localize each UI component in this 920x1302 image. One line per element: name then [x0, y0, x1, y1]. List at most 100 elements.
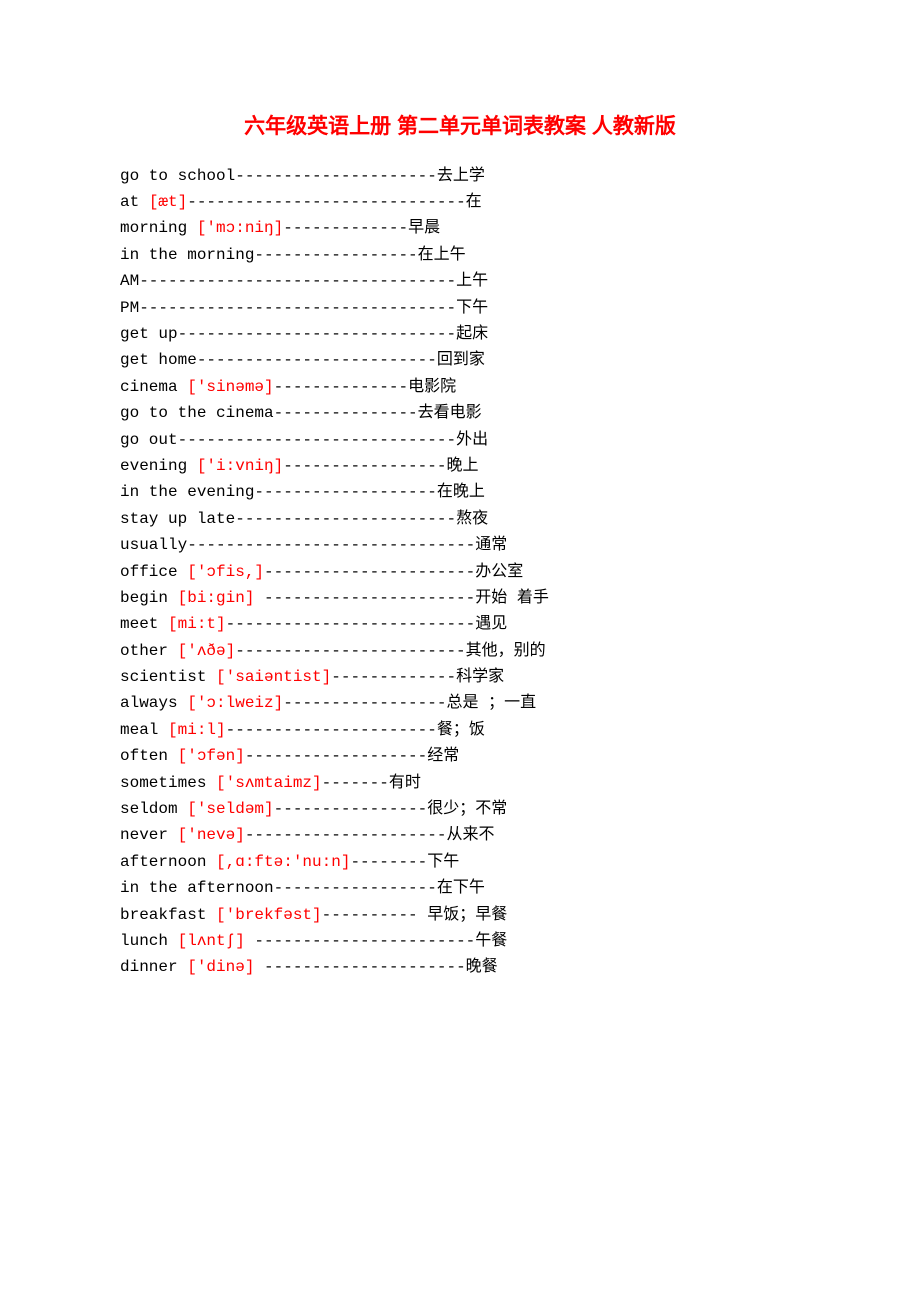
- entry-word: dinner: [120, 958, 187, 976]
- entry-dashes: -------------------------: [197, 351, 437, 369]
- vocab-entry: often ['ɔfən]-------------------经常: [120, 743, 800, 769]
- entry-ipa: [bi:gin]: [178, 589, 255, 607]
- vocab-entry: meal [mi:l]----------------------餐；饭: [120, 717, 800, 743]
- entry-word: office: [120, 563, 187, 581]
- entry-translation: 餐；饭: [437, 721, 485, 739]
- document-title: 六年级英语上册 第二单元单词表教案 人教新版: [120, 110, 800, 145]
- entry-dashes: -----------------------------: [178, 325, 456, 343]
- entry-translation: 科学家: [456, 668, 504, 686]
- entry-translation: 晚上: [446, 457, 478, 475]
- entry-translation: 遇见: [475, 615, 507, 633]
- entry-ipa: ['seldəm]: [187, 800, 273, 818]
- entry-translation: 回到家: [437, 351, 485, 369]
- entry-dashes: ---------------: [274, 404, 418, 422]
- vocab-entry: at [æt]-----------------------------在: [120, 189, 800, 215]
- entry-ipa: ['ɔfən]: [178, 747, 245, 765]
- entry-translation: 有时: [389, 774, 421, 792]
- vocabulary-list: go to school---------------------去上学at […: [120, 163, 800, 981]
- entry-translation: 办公室: [475, 563, 523, 581]
- entry-dashes: -----------------: [283, 457, 446, 475]
- entry-dashes: ------------------------: [235, 642, 465, 660]
- entry-ipa: [,ɑ:ftə:'nu:n]: [216, 853, 350, 871]
- vocab-entry: lunch [lʌntʃ] -----------------------午餐: [120, 928, 800, 954]
- entry-ipa: ['dinə]: [187, 958, 254, 976]
- entry-translation: 起床: [456, 325, 488, 343]
- entry-ipa: [mi:l]: [168, 721, 226, 739]
- entry-word: other: [120, 642, 178, 660]
- entry-ipa: ['sinəmə]: [187, 378, 273, 396]
- entry-translation: 在: [466, 193, 482, 211]
- entry-translation: 下午: [456, 299, 488, 317]
- entry-word: seldom: [120, 800, 187, 818]
- vocab-entry: sometimes ['sʌmtaimz]-------有时: [120, 770, 800, 796]
- entry-ipa: ['i:vniŋ]: [197, 457, 283, 475]
- entry-word: go to school: [120, 167, 235, 185]
- vocab-entry: PM---------------------------------下午: [120, 295, 800, 321]
- vocab-entry: get home-------------------------回到家: [120, 347, 800, 373]
- entry-dashes: ---------------------------------: [139, 299, 456, 317]
- entry-dashes: -----------------: [274, 879, 437, 897]
- vocab-entry: afternoon [,ɑ:ftə:'nu:n]--------下午: [120, 849, 800, 875]
- entry-word: usually: [120, 536, 187, 554]
- entry-word: begin: [120, 589, 178, 607]
- vocab-entry: scientist ['saiəntist]-------------科学家: [120, 664, 800, 690]
- vocab-entry: in the afternoon-----------------在下午: [120, 875, 800, 901]
- entry-word: go to the cinema: [120, 404, 274, 422]
- entry-word: never: [120, 826, 178, 844]
- entry-dashes: -----------------------------: [187, 193, 465, 211]
- entry-word: go out: [120, 431, 178, 449]
- vocab-entry: seldom ['seldəm]----------------很少；不常: [120, 796, 800, 822]
- vocab-entry: AM---------------------------------上午: [120, 268, 800, 294]
- entry-translation: 熬夜: [456, 510, 488, 528]
- entry-word: scientist: [120, 668, 216, 686]
- entry-translation: 外出: [456, 431, 488, 449]
- entry-word: afternoon: [120, 853, 216, 871]
- entry-dashes: -----------------------------: [178, 431, 456, 449]
- entry-translation: 通常: [475, 536, 507, 554]
- entry-translation: 经常: [427, 747, 459, 765]
- entry-dashes: --------: [350, 853, 427, 871]
- vocab-entry: begin [bi:gin] ----------------------开始 …: [120, 585, 800, 611]
- vocab-entry: cinema ['sinəmə]--------------电影院: [120, 374, 800, 400]
- entry-translation: 在上午: [418, 246, 466, 264]
- entry-translation: 早饭；早餐: [427, 906, 507, 924]
- entry-ipa: ['ɔ:lweiz]: [187, 694, 283, 712]
- entry-word: PM: [120, 299, 139, 317]
- entry-word: in the evening: [120, 483, 254, 501]
- entry-translation: 总是 ；一直: [446, 694, 536, 712]
- vocab-entry: go out-----------------------------外出: [120, 427, 800, 453]
- entry-dashes: -------------------: [254, 483, 436, 501]
- entry-dashes: ------------------------------: [187, 536, 475, 554]
- entry-ipa: [mi:t]: [168, 615, 226, 633]
- entry-word: sometimes: [120, 774, 216, 792]
- entry-dashes: ---------------------------------: [139, 272, 456, 290]
- vocab-entry: meet [mi:t]--------------------------遇见: [120, 611, 800, 637]
- entry-translation: 电影院: [408, 378, 456, 396]
- entry-dashes: -----------------------: [245, 932, 475, 950]
- entry-word: often: [120, 747, 178, 765]
- entry-word: breakfast: [120, 906, 216, 924]
- entry-dashes: -------------: [283, 219, 408, 237]
- entry-dashes: -----------------: [283, 694, 446, 712]
- entry-dashes: -------------: [331, 668, 456, 686]
- vocab-entry: always ['ɔ:lweiz]-----------------总是 ；一直: [120, 690, 800, 716]
- entry-ipa: ['ʌðə]: [178, 642, 236, 660]
- entry-ipa: [lʌntʃ]: [178, 932, 245, 950]
- vocab-entry: in the evening-------------------在晚上: [120, 479, 800, 505]
- entry-dashes: -------------------: [245, 747, 427, 765]
- vocab-entry: evening ['i:vniŋ]-----------------晚上: [120, 453, 800, 479]
- entry-translation: 去上学: [437, 167, 485, 185]
- entry-dashes: ----------------------: [264, 563, 475, 581]
- document-page: 六年级英语上册 第二单元单词表教案 人教新版 go to school -----…: [0, 0, 920, 1302]
- entry-dashes: ---------------------: [254, 958, 465, 976]
- entry-ipa: ['sʌmtaimz]: [216, 774, 322, 792]
- entry-word: cinema: [120, 378, 187, 396]
- entry-word: get home: [120, 351, 197, 369]
- entry-translation: 晚餐: [466, 958, 498, 976]
- entry-ipa: ['saiəntist]: [216, 668, 331, 686]
- vocab-entry: other ['ʌðə]------------------------其他，别…: [120, 638, 800, 664]
- entry-translation: 开始 着手: [475, 589, 549, 607]
- entry-translation: 很少；不常: [427, 800, 507, 818]
- entry-word: at: [120, 193, 149, 211]
- entry-dashes: ----------: [322, 906, 428, 924]
